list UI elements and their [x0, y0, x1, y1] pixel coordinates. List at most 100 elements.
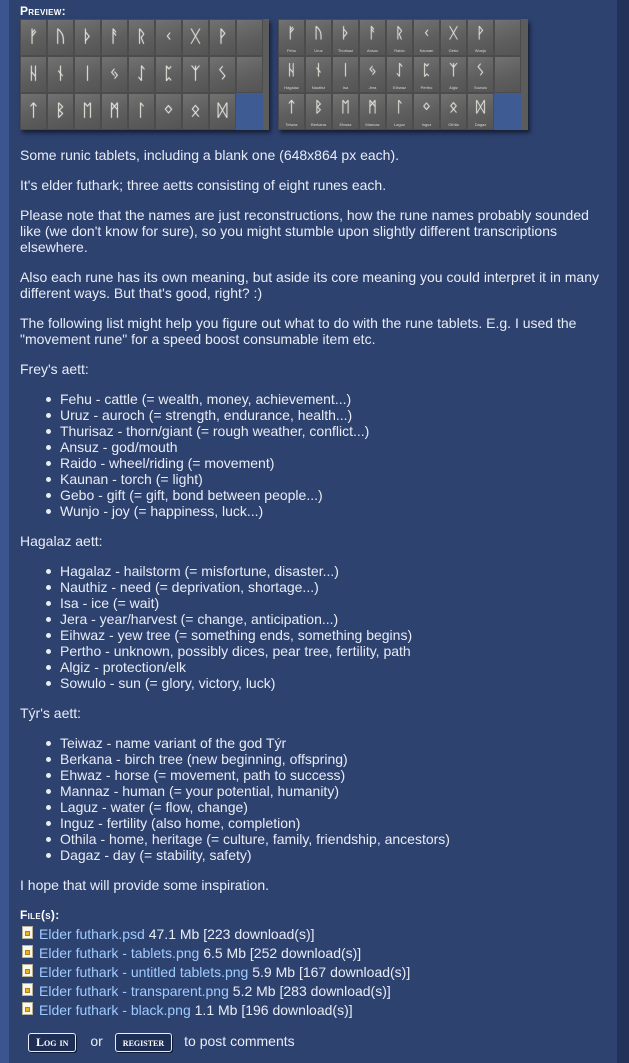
list-item: Kaunan - torch (= light): [45, 471, 369, 487]
list-item: Inguz - fertility (also home, completion…: [46, 815, 450, 831]
rune-tablet-cell: ᚦ Thurisaz: [332, 19, 359, 56]
rune-glyph: ᚦ: [82, 27, 93, 47]
rune-glyph: ᚢ: [313, 24, 323, 42]
rune-name-label: Isa: [342, 85, 349, 90]
rune-tablet-cell: ᛖ Ehwaz: [332, 93, 359, 130]
rune-glyph: ᛟ: [190, 101, 201, 121]
rune-tablet-cell: ᛃ Jera: [359, 56, 386, 93]
list-item: Thurisaz - thorn/giant (= rough weather,…: [45, 423, 370, 439]
rune-tablet-named-image[interactable]: ᚠ Fehu ᚢ Uruz ᚦ Thurisaz ᚨ Ansuz ᚱ Raido ᚲ Kaunan ᚷ G…: [278, 19, 528, 130]
rune-tablet-cell: ᛒ Berkana: [305, 93, 332, 130]
rune-glyph: ᛖ: [340, 98, 350, 116]
rune-tablet-cell: ᛊ Sowulo: [467, 56, 494, 93]
file-link[interactable]: Elder futhark - tablets.png: [39, 945, 199, 961]
rune-name-label: Jera: [368, 85, 377, 90]
rune-glyph: ᛚ: [394, 98, 404, 116]
rune-tablet-cell: ᚢ: [47, 19, 74, 56]
file-link[interactable]: Elder futhark - transparent.png: [39, 983, 229, 999]
rune-tablet-cell: ᛇ Eihwaz: [386, 56, 413, 93]
aett-heading-frey: Frey's aett:: [20, 361, 89, 377]
file-size: 6.5 Mb: [203, 945, 247, 961]
rune-tablet-cell: ᛞ Dagaz: [467, 93, 494, 130]
rune-tablet-cell: [494, 56, 521, 93]
rune-tablet-cell: ᛃ: [101, 56, 128, 93]
rune-glyph: ᚠ: [28, 27, 39, 47]
rune-name-label: Laguz: [394, 122, 405, 127]
file-row: Elder futhark - untitled tablets.png 5.9…: [22, 963, 410, 981]
rune-tablet-cell: ᚷ: [182, 19, 209, 56]
list-item: Othila - home, heritage (= culture, fami…: [46, 831, 450, 847]
rune-glyph: ᛉ: [448, 61, 458, 79]
rune-tablet-cell: ᚱ Raido: [386, 19, 413, 56]
rune-name-label: Gebo: [448, 48, 459, 53]
file-downloads: [223 download(s)]: [203, 926, 315, 942]
file-row: Elder futhark - transparent.png 5.2 Mb […: [22, 982, 391, 1000]
rune-tablet-cell: ᚺ Hagalaz: [278, 56, 305, 93]
rune-name-label: Mannaz: [365, 122, 380, 127]
rune-tablet-cell: [236, 56, 263, 93]
rune-glyph: ᚹ: [475, 24, 485, 42]
rune-glyph: ᚾ: [313, 61, 323, 79]
file-downloads: [167 download(s)]: [298, 964, 411, 980]
list-item: Mannaz - human (= your potential, humani…: [46, 783, 450, 799]
rune-tablet-cell: ᛏ: [20, 93, 47, 130]
rune-glyph: ᛗ: [109, 101, 120, 121]
blank-tablet-cell: [494, 93, 521, 130]
rune-glyph: ᛏ: [286, 98, 296, 116]
rune-tablet-cell: ᛊ: [209, 56, 236, 93]
register-button[interactable]: register: [114, 1032, 173, 1052]
file-downloads: [196 download(s)]: [241, 1002, 353, 1018]
rune-name-label: Eihwaz: [393, 85, 406, 90]
file-size: 5.9 Mb: [252, 964, 296, 980]
rune-glyph: ᛊ: [217, 64, 228, 84]
rune-tablet-cell: ᛜ Inguz: [413, 93, 440, 130]
rune-glyph: ᚷ: [448, 24, 458, 42]
list-item: Isa - ice (= wait): [45, 595, 412, 611]
rune-glyph: ᚱ: [136, 27, 147, 47]
rune-glyph: ᛉ: [190, 64, 201, 84]
rune-name-label: Inguz: [421, 122, 432, 127]
list-item: Laguz - water (= flow, change): [46, 799, 450, 815]
rune-glyph: ᚺ: [28, 64, 39, 84]
file-link[interactable]: Elder futhark - black.png: [39, 1002, 191, 1018]
list-item: Hagalaz - hailstorm (= misfortune, disas…: [45, 563, 412, 579]
preview-label: Preview:: [20, 4, 66, 18]
rune-tablet-cell: ᛗ: [101, 93, 128, 130]
rune-glyph: ᛃ: [109, 64, 120, 84]
or-text: or: [90, 1033, 103, 1049]
post-comments-text: to post comments: [184, 1033, 295, 1049]
list-item: Jera - year/harvest (= change, anticipat…: [45, 611, 412, 627]
aett-heading-hagalaz: Hagalaz aett:: [20, 533, 103, 549]
list-item: Teiwaz - name variant of the god Týr: [46, 735, 450, 751]
rune-tablet-cell: ᚲ Kaunan: [413, 19, 440, 56]
rune-name-label: Othila: [448, 122, 459, 127]
file-link[interactable]: Elder futhark.psd: [39, 926, 145, 942]
rune-list-tyr: Teiwaz - name variant of the god Týr Ber…: [46, 735, 450, 863]
rune-glyph: ᛒ: [55, 101, 66, 121]
rune-tablet-cell: ᚲ: [155, 19, 182, 56]
rune-list-frey: Fehu - cattle (= wealth, money, achievem…: [45, 391, 370, 519]
rune-name-label: Ansuz: [366, 48, 379, 53]
rune-glyph: ᛈ: [421, 61, 431, 79]
rune-tablet-cell: ᚢ Uruz: [305, 19, 332, 56]
rune-glyph: ᚲ: [163, 27, 174, 47]
rune-tablet-cell: ᛉ: [182, 56, 209, 93]
list-item: Dagaz - day (= stability, safety): [46, 847, 450, 863]
rune-tablet-cell: ᛚ Laguz: [386, 93, 413, 130]
rune-name-label: Thurisaz: [337, 48, 354, 53]
rune-glyph: ᛏ: [28, 101, 39, 121]
login-button[interactable]: Log in: [28, 1032, 77, 1052]
rune-glyph: ᚺ: [286, 61, 296, 79]
rune-glyph: ᚨ: [109, 27, 120, 47]
rune-glyph: ᚢ: [55, 27, 66, 47]
file-link[interactable]: Elder futhark - untitled tablets.png: [39, 964, 248, 980]
file-downloads: [283 download(s)]: [279, 983, 391, 999]
rune-tablet-cell: ᛒ: [47, 93, 74, 130]
rune-tablet-cell: ᚠ: [20, 19, 47, 56]
rune-list-hagalaz: Hagalaz - hailstorm (= misfortune, disas…: [45, 563, 412, 691]
rune-tablet-cell: ᚹ Wunjo: [467, 19, 494, 56]
rune-tablet-plain-image[interactable]: ᚠᚢᚦᚨᚱᚲᚷᚹ ᚺᚾᛁᛃᛇᛈᛉᛊ ᛏᛒᛖᛗᛚᛜᛟᛞ: [20, 19, 269, 130]
rune-name-label: Kaunan: [419, 48, 434, 53]
rune-name-label: Sowulo: [473, 85, 488, 90]
rune-tablet-cell: [494, 19, 521, 56]
